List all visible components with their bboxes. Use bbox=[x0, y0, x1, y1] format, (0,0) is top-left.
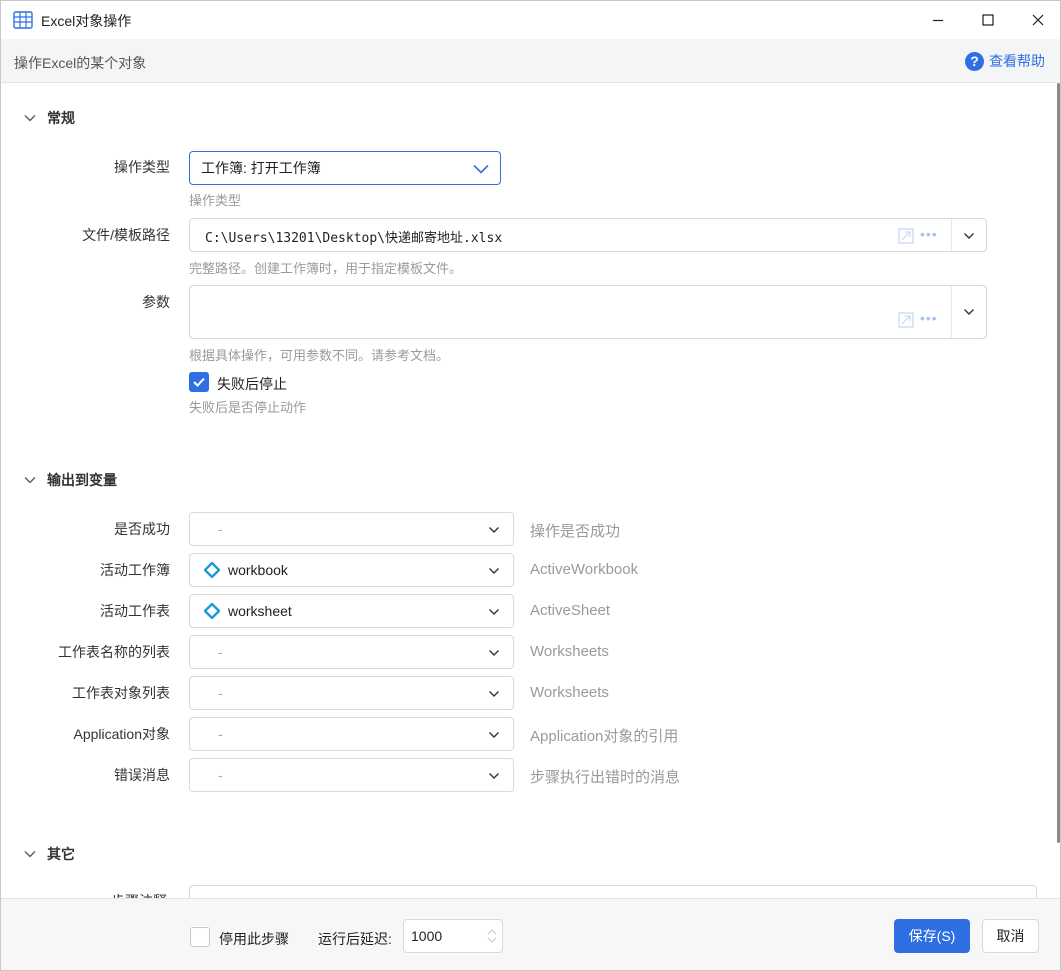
output-row-label: 工作表对象列表 bbox=[72, 685, 170, 701]
close-button[interactable] bbox=[1015, 1, 1061, 39]
op-type-label: 操作类型 bbox=[114, 159, 170, 175]
chevron-down-icon bbox=[489, 568, 499, 574]
step-comment-input[interactable] bbox=[189, 885, 1037, 898]
delay-input[interactable]: 1000 bbox=[403, 919, 503, 953]
chevron-down-icon bbox=[489, 650, 499, 656]
params-hint: 根据具体操作，可用参数不同。请参考文档。 bbox=[189, 348, 450, 363]
output-row-label: 工作表名称的列表 bbox=[58, 644, 170, 660]
help-label: 查看帮助 bbox=[989, 53, 1045, 69]
output-row-label: 是否成功 bbox=[114, 521, 170, 537]
section-general-header[interactable]: 常规 bbox=[23, 108, 75, 128]
chevron-down-icon[interactable] bbox=[963, 306, 975, 318]
chevron-down-icon bbox=[489, 773, 499, 779]
output-variable-value: - bbox=[218, 521, 223, 537]
question-icon: ? bbox=[965, 51, 984, 71]
file-path-hint: 完整路径。创建工作簿时，用于指定模板文件。 bbox=[189, 261, 463, 276]
output-row-description: ActiveSheet bbox=[530, 602, 611, 619]
chevron-down-icon[interactable] bbox=[963, 230, 975, 242]
output-variable-value: - bbox=[218, 726, 223, 742]
output-variable-value: - bbox=[218, 644, 223, 660]
variable-diamond-icon bbox=[204, 603, 220, 619]
chevron-down-icon bbox=[473, 164, 489, 174]
output-variable-value: - bbox=[218, 685, 223, 701]
stop-on-fail-checkbox[interactable] bbox=[189, 372, 209, 392]
section-output-title: 输出到变量 bbox=[47, 472, 117, 488]
op-type-select[interactable]: 工作簿: 打开工作簿 bbox=[189, 151, 501, 185]
delay-value: 1000 bbox=[411, 928, 443, 944]
delay-label: 运行后延迟: bbox=[318, 931, 392, 947]
output-variable-select[interactable]: - bbox=[189, 758, 514, 792]
cancel-button[interactable]: 取消 bbox=[982, 919, 1039, 953]
close-icon bbox=[1032, 14, 1044, 26]
disable-step-checkbox[interactable] bbox=[190, 927, 210, 947]
op-type-hint: 操作类型 bbox=[189, 193, 242, 208]
output-variable-value: workbook bbox=[228, 562, 288, 578]
footer-bar: 停用此步骤 运行后延迟: 1000 保存(S) 取消 bbox=[1, 898, 1060, 970]
chevron-down-icon bbox=[489, 527, 499, 533]
op-type-value: 工作簿: 打开工作簿 bbox=[201, 160, 321, 176]
output-row-description: 步骤执行出错时的消息 bbox=[530, 769, 681, 786]
variable-diamond-icon bbox=[204, 562, 220, 578]
save-button[interactable]: 保存(S) bbox=[894, 919, 970, 953]
dialog-window: Excel对象操作 操作Excel的某个对象 ? 查看帮助 常规 操作类型 工作… bbox=[0, 0, 1061, 971]
more-options-icon[interactable]: ••• bbox=[920, 226, 942, 242]
section-general-title: 常规 bbox=[47, 110, 75, 126]
chevron-down-icon bbox=[24, 115, 36, 122]
output-variable-select[interactable]: worksheet bbox=[189, 594, 514, 628]
chevron-down-icon bbox=[489, 609, 499, 615]
output-variable-select[interactable]: workbook bbox=[189, 553, 514, 587]
description-bar: 操作Excel的某个对象 ? 查看帮助 bbox=[1, 39, 1060, 83]
stop-on-fail-hint: 失败后是否停止动作 bbox=[189, 400, 307, 415]
output-row-label: Application对象 bbox=[73, 726, 171, 742]
output-row-description: 操作是否成功 bbox=[530, 523, 621, 540]
output-variable-select[interactable]: - bbox=[189, 676, 514, 710]
divider bbox=[951, 219, 952, 251]
output-variable-value: - bbox=[218, 767, 223, 783]
output-variable-select[interactable]: - bbox=[189, 512, 514, 546]
output-row-description: ActiveWorkbook bbox=[530, 561, 639, 578]
chevron-down-icon bbox=[489, 732, 499, 738]
spinner-icon[interactable] bbox=[486, 926, 498, 946]
chevron-down-icon bbox=[24, 851, 36, 858]
file-path-label: 文件/模板路径 bbox=[82, 227, 170, 243]
title-bar[interactable]: Excel对象操作 bbox=[1, 1, 1060, 39]
minimize-icon bbox=[933, 19, 943, 22]
maximize-button[interactable] bbox=[965, 1, 1011, 39]
help-link[interactable]: ? 查看帮助 bbox=[965, 51, 1045, 71]
more-options-icon[interactable]: ••• bbox=[920, 310, 942, 326]
disable-step-label[interactable]: 停用此步骤 bbox=[219, 929, 289, 949]
divider bbox=[951, 286, 952, 338]
form-content: 常规 操作类型 工作簿: 打开工作簿 操作类型 文件/模板路径 C:\Users… bbox=[1, 83, 1060, 898]
expand-icon[interactable] bbox=[898, 312, 914, 328]
output-row-description: Worksheets bbox=[530, 643, 609, 660]
output-variable-value: worksheet bbox=[228, 603, 292, 619]
minimize-button[interactable] bbox=[915, 1, 961, 39]
output-row-label: 错误消息 bbox=[114, 767, 170, 783]
output-row-label: 活动工作表 bbox=[100, 603, 170, 619]
section-output-header[interactable]: 输出到变量 bbox=[23, 470, 117, 490]
maximize-icon bbox=[982, 14, 994, 26]
output-variable-select[interactable]: - bbox=[189, 717, 514, 751]
section-other-title: 其它 bbox=[47, 846, 75, 862]
output-row-description: Application对象的引用 bbox=[530, 728, 679, 745]
output-row-description: Worksheets bbox=[530, 684, 609, 701]
stop-on-fail-label[interactable]: 失败后停止 bbox=[217, 374, 287, 394]
chevron-down-icon bbox=[24, 477, 36, 484]
chevron-down-icon bbox=[489, 691, 499, 697]
file-path-input[interactable]: C:\Users\13201\Desktop\快递邮寄地址.xlsx ••• bbox=[189, 218, 987, 252]
dialog-description: 操作Excel的某个对象 bbox=[14, 55, 147, 71]
file-path-value[interactable]: C:\Users\13201\Desktop\快递邮寄地址.xlsx bbox=[205, 227, 502, 246]
vertical-scrollbar[interactable] bbox=[1057, 83, 1060, 843]
output-row-label: 活动工作簿 bbox=[100, 562, 170, 578]
step-comment-label: 步骤注释 bbox=[111, 891, 167, 898]
window-title: Excel对象操作 bbox=[41, 13, 132, 29]
params-input[interactable]: ••• bbox=[189, 285, 987, 339]
table-icon bbox=[13, 11, 33, 29]
output-variable-select[interactable]: - bbox=[189, 635, 514, 669]
section-other-header[interactable]: 其它 bbox=[23, 844, 75, 864]
expand-icon[interactable] bbox=[898, 228, 914, 244]
params-label: 参数 bbox=[142, 294, 170, 310]
checkmark-icon bbox=[193, 377, 205, 387]
